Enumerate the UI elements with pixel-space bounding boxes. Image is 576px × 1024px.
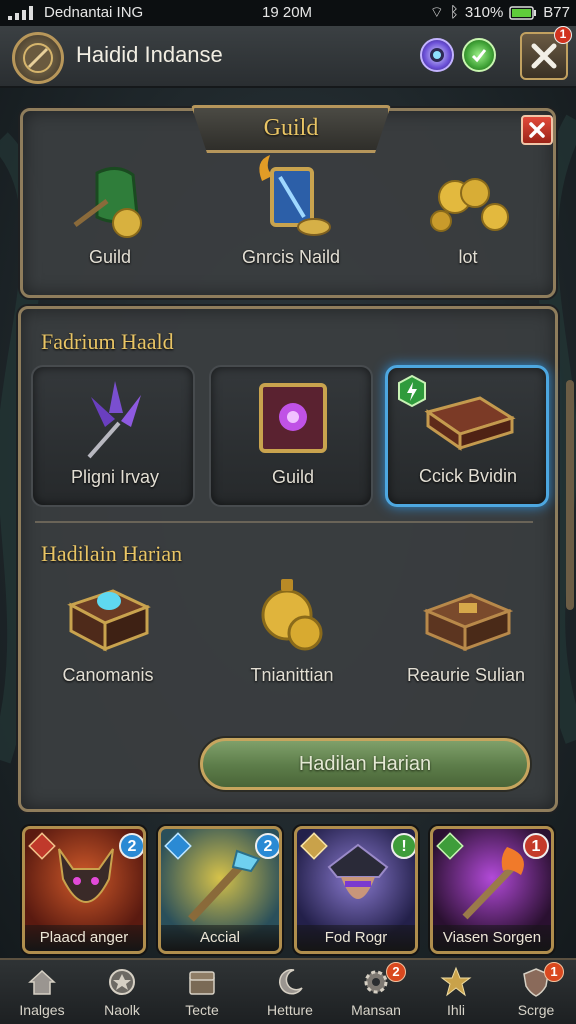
level-badge: 1 [523,833,549,859]
nav-item-scrge[interactable]: 1 Scrge [500,960,572,1024]
carrier-name: Dednantai ING [44,4,144,21]
guild-item[interactable]: Gnrcis Naild [206,151,376,291]
slot-label: Guild [271,467,315,487]
nav-badge: 1 [544,962,564,982]
section-title: Fadrium Haald [41,329,174,354]
item-slot[interactable]: Guild [209,365,373,507]
gold-medal-icon [261,579,323,651]
guild-item-label: Guild [88,247,132,267]
nav-label: Hetture [267,1002,313,1018]
close-icon [529,122,545,138]
nav-label: Inalges [19,1002,65,1018]
hero-card[interactable]: 1 Viasen Sorgen [430,826,554,954]
dark-rogue-icon [327,843,389,899]
slot-label: Pligni Irvay [70,467,160,487]
notification-badge: 1 [554,26,572,44]
leather-case-icon [424,396,516,451]
item-slot-selected[interactable]: Ccick Bvidin [385,365,549,507]
guild-bag-icon [73,167,142,238]
reward-label: Tnianittian [250,665,334,685]
guild-panel-title: Guild [263,115,319,141]
check-icon [471,49,487,63]
page-title: Haidid Indanse [76,42,223,67]
nav-item-ihli[interactable]: Ihli [420,960,492,1024]
nav-label: Ihli [447,1002,465,1018]
level-badge: 2 [119,833,143,859]
guild-item[interactable]: lot [383,159,553,289]
hadilan-harian-button[interactable]: Hadilan Harian [200,738,530,790]
level-badge: ! [391,833,415,859]
emblem-icon [23,43,53,73]
moon-icon [279,969,303,995]
reward-item[interactable]: Canomanis [23,575,193,695]
quest-button[interactable] [462,38,496,72]
hero-card[interactable]: ! Fod Rogr [294,826,418,954]
guild-item-label: Gnrcis Naild [241,247,341,267]
reward-label: Canomanis [62,665,154,685]
star-icon [440,966,472,997]
hero-card[interactable]: 2 Accial [158,826,282,954]
section-divider [35,521,533,523]
wooden-box-icon [422,593,513,652]
lightning-staff-icon [188,849,261,922]
profile-emblem-button[interactable] [12,32,64,84]
reward-label: Reaurie Sulian [406,665,526,685]
guild-item-label: lot [458,247,478,267]
guild-tome-icon [259,383,327,453]
emblem-icon [109,969,135,995]
close-button[interactable]: 1 [520,26,572,80]
crystal-weapon-icon [87,381,141,459]
card-name: Accial [161,925,279,951]
nav-badge: 2 [386,962,406,982]
slot-label: Ccick Bvidin [418,466,518,486]
guild-panel: Guild Guild Gnrcis Naild lot [20,105,556,298]
chest-icon [189,971,215,995]
top-header: Haidid Indanse 1 [0,26,576,88]
nav-label: Tecte [185,1002,219,1018]
bluetooth-icon: ᛒ [449,4,459,21]
chat-icon [430,48,444,62]
nav-item-mansan[interactable]: 2 Mansan [340,960,412,1024]
nav-label: Scrge [517,1002,555,1018]
wifi-icon: ⌔ [429,4,444,21]
level-badge: 2 [255,833,279,859]
home-icon [28,969,56,995]
chat-button[interactable] [420,38,454,72]
guild-item[interactable]: Guild [25,159,195,289]
bottom-nav: Inalges Naolk Tecte Hetture 2 Mansan Ihl… [0,958,576,1024]
nav-item-inalges[interactable]: Inalges [6,960,78,1024]
nav-item-naolk[interactable]: Naolk [86,960,158,1024]
status-bar: Dednantai ING 19 20M ⌔ ᛒ 310% B77 [0,0,576,26]
reward-item[interactable]: Tnianittian [207,575,377,695]
item-slot[interactable]: Pligni Irvay [31,365,195,507]
section-title: Hadilain Harian [41,541,183,566]
hero-card[interactable]: 2 Plaacd anger [22,826,146,954]
battery-percent: 310% [464,4,504,21]
card-name: Plaacd anger [25,925,143,951]
guild-close-button[interactable] [521,115,553,145]
gem-chest-icon [67,589,151,652]
card-name: Fod Rogr [297,925,415,951]
network-label: B77 [543,4,570,21]
clock: 19 20M [262,4,313,21]
nav-item-hetture[interactable]: Hetture [254,960,326,1024]
main-panel: Fadrium Haald Pligni Irvay Guild Ccick B… [18,306,558,812]
nav-label: Mansan [351,1002,401,1018]
nav-label: Naolk [104,1002,140,1018]
signal-icon [8,6,33,20]
nav-item-tecte[interactable]: Tecte [166,960,238,1024]
reward-item[interactable]: Reaurie Sulian [381,575,551,695]
battery-icon [509,5,537,20]
demon-warrior-icon [58,848,114,903]
crystal-chest-icon [259,155,331,236]
gold-coins-icon [430,178,509,232]
card-name: Viasen Sorgen [433,925,551,951]
